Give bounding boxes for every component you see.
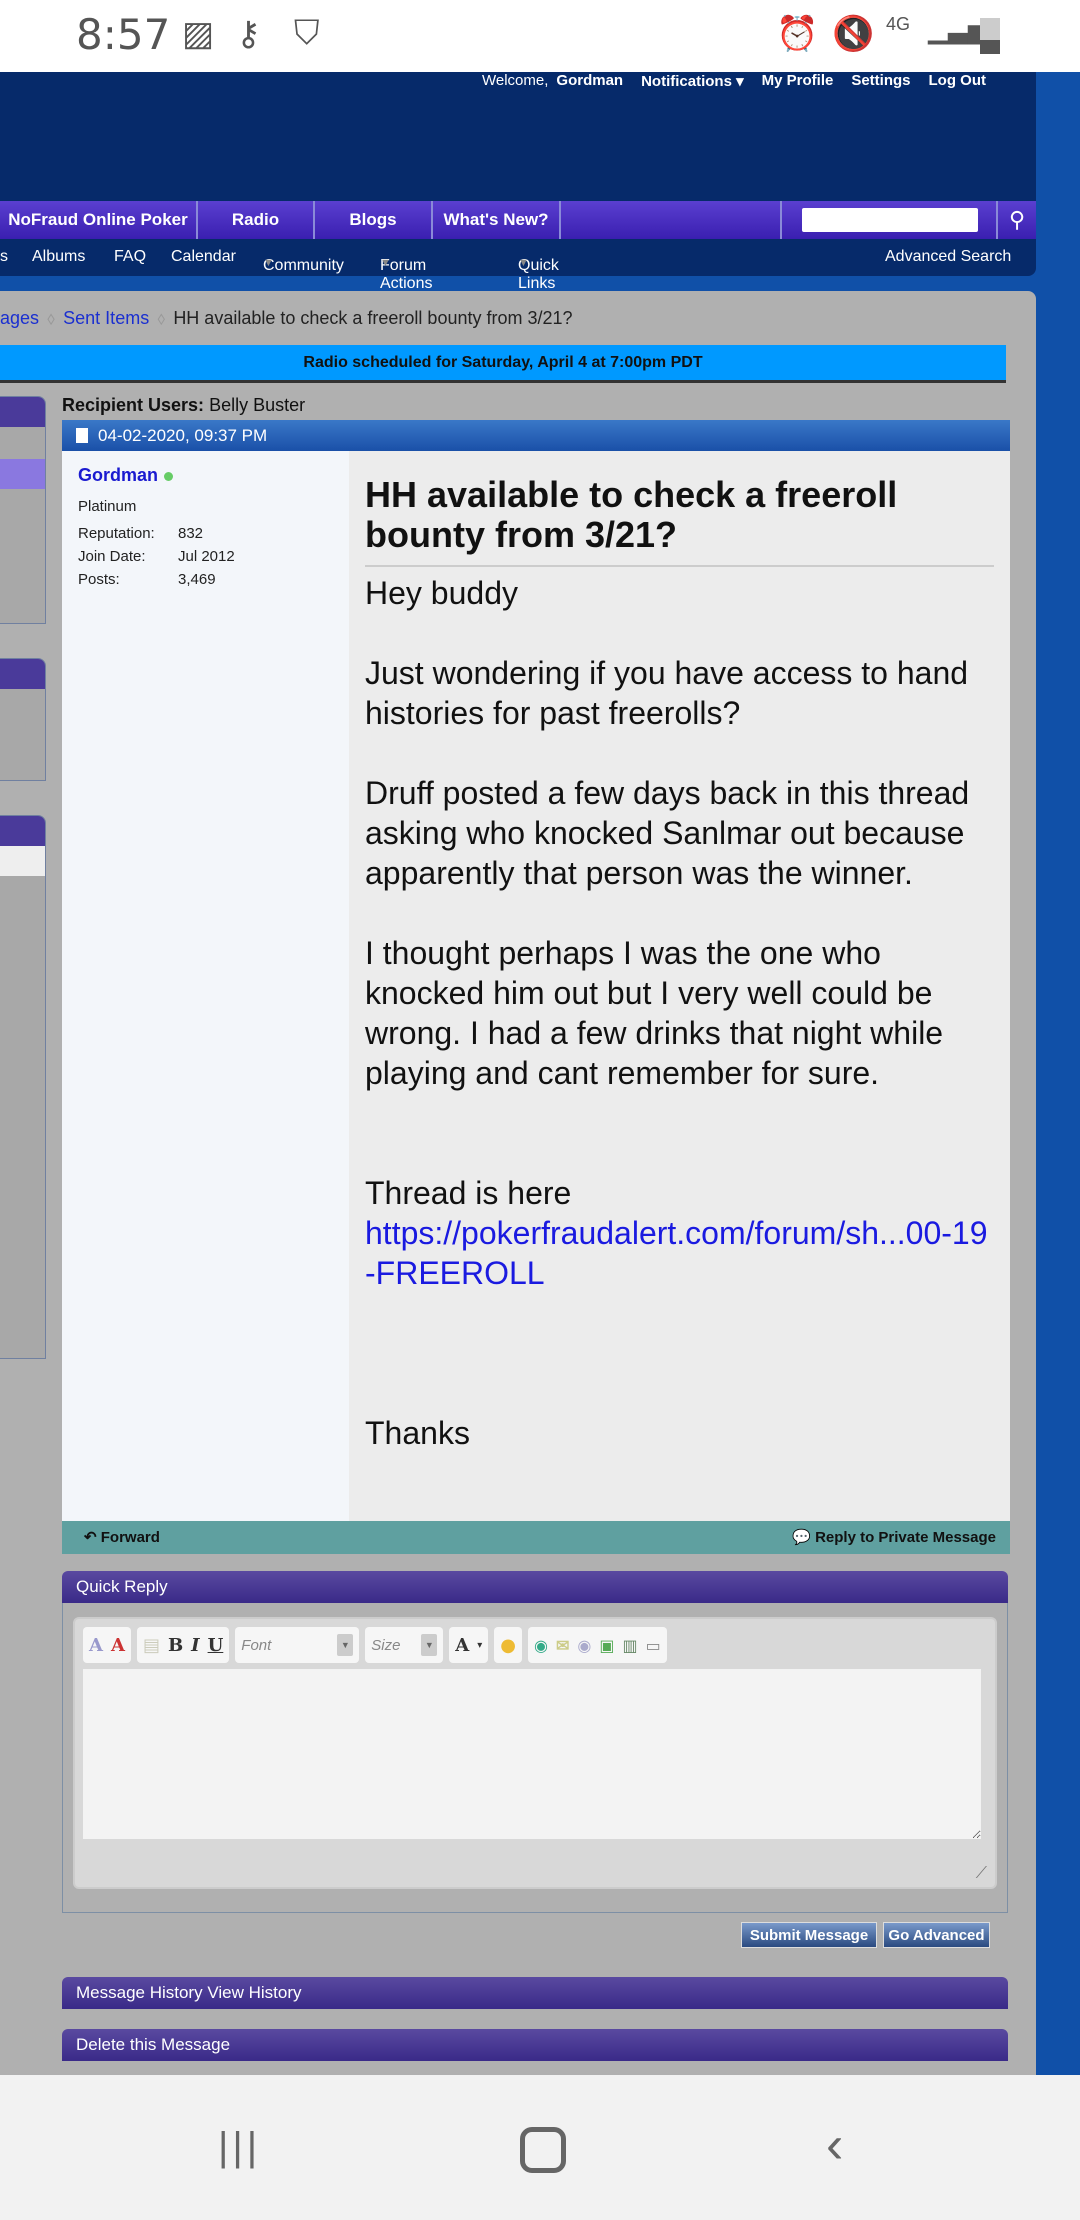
clock: 8:57 [76,10,171,59]
battery-icon [980,18,1000,54]
my-profile-link[interactable]: My Profile [762,72,834,90]
subnav-albums[interactable]: Albums [32,248,85,266]
subnav-item[interactable]: s [0,248,8,266]
user-title: Platinum [78,498,137,515]
resize-handle-icon[interactable]: ⟋ [976,1865,987,1883]
quote-icon[interactable]: ▭ [646,1636,661,1655]
search-input[interactable] [802,208,978,232]
size-select[interactable]: Size ▼ [365,1627,444,1663]
message-body: HH available to check a freeroll bounty … [349,451,1010,1521]
breadcrumb: ages ⬨ Sent Items ⬨ HH available to check a … [0,308,573,328]
go-advanced-button[interactable]: Go Advanced [883,1922,990,1948]
thread-link[interactable]: https://pokerfraudalert.com/forum/sh...0… [365,1215,988,1291]
submit-message-button[interactable]: Submit Message [741,1922,877,1948]
subnav-faq[interactable]: FAQ [114,248,146,266]
post-header: 04-02-2020, 09:37 PM [62,420,1010,451]
font-select[interactable]: Font ▼ [235,1627,360,1663]
user-info: Gordman Platinum Reputation: 832 Join Dat… [62,451,349,1521]
tab-radio[interactable]: Radio [198,201,315,239]
italic-icon[interactable]: I [191,1635,199,1656]
welcome-text: Welcome, [481,72,549,89]
tab-whats-new[interactable]: What's New? [433,201,561,239]
author-name[interactable]: Gordman [78,465,158,485]
bold-icon[interactable]: B [168,1635,183,1656]
delete-message-header[interactable]: Delete this Message [62,2029,1008,2061]
underline-icon[interactable]: U [208,1635,224,1656]
quick-reply-panel: AA ▤ B I U Font ▼ Size ▼ A ▾ ● ◉ ✉ ◉ ▣ ▥ ▭ ⟋ [62,1603,1008,1913]
announcement-banner[interactable]: Radio scheduled for Saturday, April 4 at… [0,345,1006,380]
unlink-icon[interactable]: ◉ [577,1636,591,1655]
message-history-header[interactable]: Message History View History [62,1977,1008,2009]
key-icon: ⚷ [236,15,261,53]
settings-link[interactable]: Settings [851,72,910,90]
post-footer: ↶ Forward 💬 Reply to Private Message [62,1521,1010,1554]
tab-blogs[interactable]: Blogs [315,201,433,239]
tab-nofraud-online-poker[interactable]: NoFraud Online Poker [0,201,198,239]
subnav-calendar[interactable]: Calendar [171,248,236,266]
breadcrumb-sent-items[interactable]: Sent Items [63,308,149,328]
editor: AA ▤ B I U Font ▼ Size ▼ A ▾ ● ◉ ✉ ◉ ▣ ▥ ▭ ⟋ [73,1617,997,1889]
reply-textarea[interactable] [83,1669,981,1839]
text-color-icon[interactable]: A ▾ [449,1627,489,1663]
username-link[interactable]: Gordman [556,72,623,90]
email-icon[interactable]: ✉ [556,1636,569,1655]
shield-icon: ⛉ [294,14,320,52]
recipient-users: Recipient Users: Belly Buster [62,395,306,415]
back-icon[interactable]: ‹ [826,2115,843,2175]
message-title: HH available to check a freeroll bounty … [365,475,994,567]
image-insert-icon[interactable]: ▣ [599,1636,614,1655]
quick-reply-header: Quick Reply [62,1571,1008,1603]
search-box [780,201,998,239]
image-icon: ▨ [182,15,215,53]
home-icon[interactable] [520,2127,566,2173]
post-date: 04-02-2020, 09:37 PM [98,426,268,445]
document-icon [76,428,88,443]
main-nav: NoFraud Online Poker Radio Blogs What's … [0,201,1036,239]
font-size-icon[interactable]: A [89,1635,103,1656]
smiley-icon[interactable]: ● [494,1627,523,1663]
search-icon[interactable]: ⚲ [1000,201,1034,239]
video-icon[interactable]: ▥ [622,1636,637,1655]
join-date: Jul 2012 [178,548,235,565]
paste-icon[interactable]: ▤ [143,1635,160,1656]
notifications-menu[interactable]: Notifications ▾ [641,72,744,90]
alarm-icon: ⏰ [776,15,819,53]
sub-nav: s Albums FAQ Calendar Community ▼ Forum A… [0,239,1036,292]
breadcrumb-current: HH available to check a freeroll bounty … [173,308,573,328]
remove-format-icon[interactable]: A [111,1635,125,1656]
breadcrumb-messages[interactable]: ages [0,308,39,328]
signal-icon: ▁▃▅ [928,14,988,44]
android-nav-bar: ||| ‹ [0,2075,1080,2220]
sidebar-box [0,815,46,1359]
link-icon[interactable]: ◉ [534,1636,548,1655]
status-bar: 8:57 ▨ ⚷ ⛉ ⏰ 🔇 4G ▁▃▅ [0,0,1080,72]
log-out-link[interactable]: Log Out [929,72,986,90]
post-count: 3,469 [178,571,216,588]
recent-apps-icon[interactable]: ||| [218,2125,261,2170]
mute-icon: 🔇 [832,15,875,53]
forward-button[interactable]: ↶ Forward [84,1521,160,1554]
online-status-icon [164,472,174,481]
editor-toolbar: AA ▤ B I U Font ▼ Size ▼ A ▾ ● ◉ ✉ ◉ ▣ ▥ ▭ [83,1627,987,1663]
sidebar-box [0,396,46,624]
reputation: 832 [178,525,204,542]
advanced-search-link[interactable]: Advanced Search [885,248,1011,266]
network-label: 4G [886,14,911,34]
sidebar-box [0,658,46,781]
site-header: Welcome, Gordman Notifications ▾ My Prof… [0,72,1036,202]
reply-button[interactable]: 💬 Reply to Private Message [792,1521,996,1554]
